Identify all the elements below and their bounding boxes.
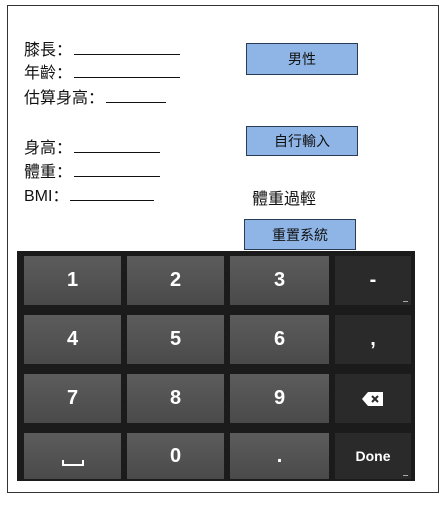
estimated-height-value	[106, 88, 167, 103]
key-4[interactable]: 4	[24, 315, 121, 364]
key-9[interactable]: 9	[230, 374, 329, 423]
key-done[interactable]: Done	[335, 433, 411, 479]
knee-length-field[interactable]: 膝長：	[24, 40, 181, 60]
key-period[interactable]: .	[230, 433, 329, 479]
backspace-icon	[362, 391, 383, 406]
key-backspace[interactable]	[335, 374, 411, 423]
weight-field[interactable]: 體重：	[24, 162, 161, 182]
bmi-status-text: 體重過輕	[252, 189, 317, 208]
bmi-label: BMI	[24, 188, 53, 205]
key-space[interactable]	[24, 433, 121, 479]
manual-input-button[interactable]: 自行輸入	[246, 126, 358, 156]
estimated-height-label: 估算身高	[24, 88, 89, 107]
bmi-value	[70, 186, 155, 201]
knee-length-input[interactable]	[74, 40, 181, 55]
key-6[interactable]: 6	[230, 315, 329, 364]
estimated-height-field: 估算身高：	[24, 88, 167, 108]
reset-button[interactable]: 重置系統	[244, 219, 356, 250]
gender-button[interactable]: 男性	[246, 43, 358, 75]
age-label: 年齡	[24, 63, 57, 82]
numeric-keypad: 1 2 3 - 4 5 6 , 7 8 9 0 . Done	[17, 251, 415, 481]
key-3[interactable]: 3	[230, 256, 329, 305]
height-label: 身高	[24, 138, 57, 157]
age-input[interactable]	[74, 63, 181, 78]
knee-length-label: 膝長	[24, 40, 57, 59]
height-input[interactable]	[74, 138, 161, 153]
key-0[interactable]: 0	[127, 433, 224, 479]
key-2[interactable]: 2	[127, 256, 224, 305]
weight-input[interactable]	[74, 162, 161, 177]
key-comma[interactable]: ,	[335, 315, 411, 364]
bmi-field: BMI：	[24, 186, 155, 207]
weight-label: 體重	[24, 162, 57, 181]
key-1[interactable]: 1	[24, 256, 121, 305]
key-7[interactable]: 7	[24, 374, 121, 423]
key-minus[interactable]: -	[335, 256, 411, 305]
space-icon	[61, 460, 84, 466]
height-field[interactable]: 身高：	[24, 138, 161, 158]
key-8[interactable]: 8	[127, 374, 224, 423]
key-5[interactable]: 5	[127, 315, 224, 364]
age-field[interactable]: 年齡：	[24, 63, 181, 83]
